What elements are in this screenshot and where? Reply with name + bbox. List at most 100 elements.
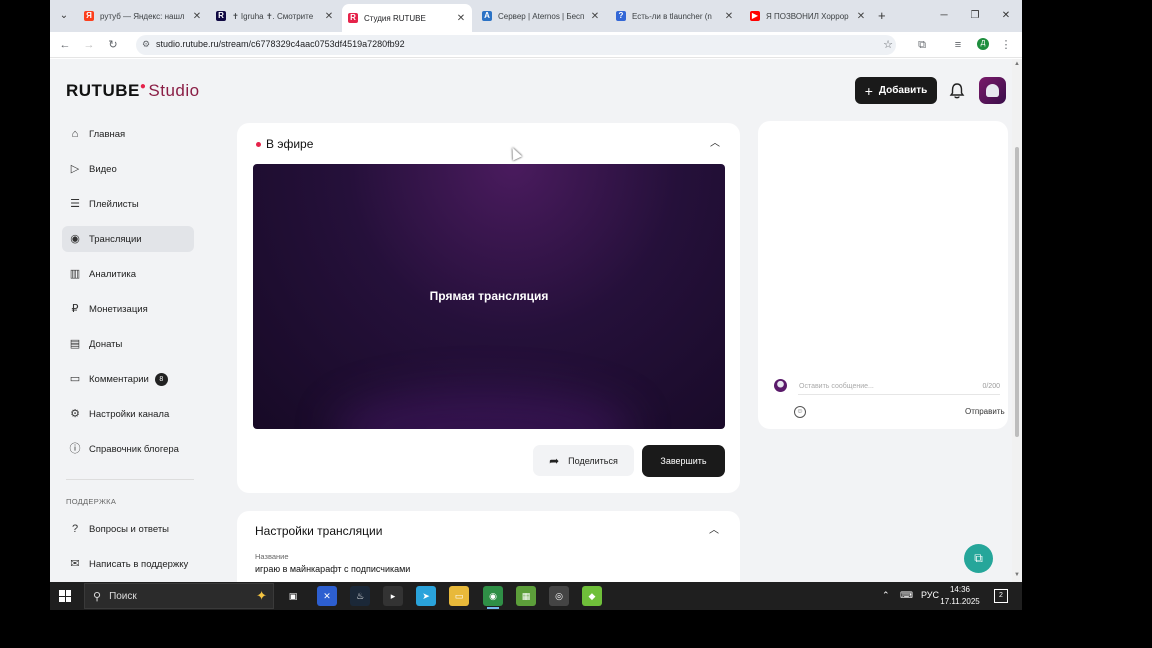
tab-title: Я ПОЗВОНИЛ Хоррор [766, 11, 849, 21]
taskbar-search[interactable]: ⚲ Поиск ✦ [84, 583, 274, 609]
windows-taskbar: ⚲ Поиск ✦ ▣ ✕ ♨ ▸ ➤ ▭ ◉ ▦ ◎ ◆ ⌃ ⌨ РУС 14… [50, 582, 1022, 610]
rutube-icon: R [216, 11, 226, 21]
window-close-icon[interactable]: ✕ [996, 8, 1016, 24]
user-avatar[interactable] [979, 77, 1006, 104]
chat-panel: Оставить сообщение... 0/200 ☺ Отправить [758, 121, 1008, 429]
extensions-icon[interactable]: ⧉ [914, 37, 930, 53]
sidebar-item-blogger-guide[interactable]: ⓘ Справочник блогера [62, 436, 194, 462]
donations-icon: ▤ [69, 338, 81, 350]
browser-tab[interactable]: ? Есть-ли в tlauncher (n ✕ [610, 5, 740, 27]
search-icon: ⚲ [93, 590, 102, 603]
browser-tab-active[interactable]: R Студия RUTUBE ✕ [342, 4, 472, 32]
browser-tab[interactable]: R ✝ Igruha ✝. Смотрите ✕ [210, 5, 340, 27]
forward-icon[interactable]: → [81, 37, 97, 53]
terminal-icon[interactable]: ▸ [383, 586, 403, 606]
bell-icon[interactable] [948, 82, 966, 100]
sidebar-item-label: Главная [89, 128, 126, 140]
close-icon[interactable]: ✕ [590, 11, 600, 22]
sidebar-item-comments[interactable]: ▭ Комментарии 8 [62, 366, 194, 392]
end-stream-button[interactable]: Завершить [642, 445, 725, 477]
scrollbar-thumb[interactable] [1015, 147, 1019, 437]
sidebar-item-contact-support[interactable]: ✉ Написать в поддержку [62, 551, 194, 577]
close-icon[interactable]: ✕ [192, 11, 202, 22]
browser-tab[interactable]: Я рутуб — Яндекс: нашл ✕ [78, 5, 208, 27]
rutube-studio-logo[interactable]: RUTUBE● Studio [66, 81, 200, 101]
sidebar-item-analytics[interactable]: ▥ Аналитика [62, 261, 194, 287]
help-icon: ? [71, 523, 79, 535]
chat-char-counter: 0/200 [982, 383, 1000, 390]
scroll-down-icon[interactable]: ▼ [1012, 572, 1022, 578]
telegram-icon[interactable]: ➤ [416, 586, 436, 606]
sidebar-item-playlists[interactable]: ☰ Плейлисты [62, 191, 194, 217]
reload-icon[interactable]: ↻ [105, 37, 121, 53]
obs-icon[interactable]: ◎ [549, 586, 569, 606]
plus-icon: + [864, 82, 873, 99]
new-tab-button[interactable]: + [878, 8, 886, 24]
keyboard-icon[interactable]: ⌨ [900, 590, 913, 601]
share-icon: ➦ [549, 453, 560, 468]
browser-tab[interactable]: ▶ Я ПОЗВОНИЛ Хоррор ✕ [744, 5, 872, 27]
monetization-icon: ₽ [71, 303, 79, 315]
sidebar-item-video[interactable]: ▷ Видео [62, 156, 194, 182]
rutube-studio-icon: R [348, 13, 358, 23]
task-view-icon[interactable]: ▣ [283, 586, 303, 606]
browser-menu-icon[interactable]: ⋮ [998, 37, 1014, 53]
site-info-icon[interactable]: ⚙ [142, 39, 150, 50]
tab-search-chevron-icon[interactable]: ⌄ [56, 8, 72, 24]
chat-message-input[interactable]: Оставить сообщение... 0/200 [798, 381, 1000, 395]
playlist-icon: ☰ [70, 198, 80, 210]
add-button-label: Добавить [878, 85, 928, 96]
profile-avatar[interactable]: Д [977, 38, 989, 50]
scroll-up-icon[interactable]: ▲ [1012, 61, 1022, 67]
share-button[interactable]: ➦ Поделиться [533, 445, 634, 476]
comments-icon: ▭ [69, 373, 81, 385]
sidebar-item-donations[interactable]: ▤ Донаты [62, 331, 194, 357]
close-icon[interactable]: ✕ [856, 11, 866, 22]
windows-start-icon[interactable] [59, 590, 71, 602]
send-button[interactable]: Отправить [965, 407, 1005, 416]
minimize-icon[interactable]: ─ [934, 8, 954, 24]
file-explorer-icon[interactable]: ▭ [449, 586, 469, 606]
minecraft-icon[interactable]: ▦ [516, 586, 536, 606]
sidebar-item-broadcasts[interactable]: ◉ Трансляции [62, 226, 194, 252]
taskbar-clock[interactable]: 14:36 17.11.2025 [930, 584, 990, 608]
tab-title: рутуб — Яндекс: нашл [100, 11, 185, 21]
support-heading: ПОДДЕРЖКА [66, 497, 117, 506]
sidebar-item-channel-settings[interactable]: ⚙ Настройки канала [62, 401, 194, 427]
stream-name-value[interactable]: играю в майнкарафт с подписчиками [255, 564, 410, 574]
stream-player[interactable]: Прямая трансляция [253, 164, 725, 429]
chevron-up-icon[interactable]: ︿ [708, 525, 720, 537]
live-status-title: В эфире [256, 137, 313, 151]
close-icon[interactable]: ✕ [324, 11, 334, 22]
chrome-icon[interactable]: ◉ [483, 586, 503, 609]
settings-title: Настройки трансляции [255, 524, 383, 538]
tab-title: Студия RUTUBE [364, 13, 426, 23]
sidebar-item-label: Трансляции [89, 233, 142, 245]
sidebar-item-home[interactable]: ⌂ Главная [62, 121, 194, 147]
analytics-icon: ▥ [69, 268, 81, 280]
chevron-up-icon[interactable]: ︿ [709, 138, 721, 150]
emoji-icon[interactable]: ☺ [794, 406, 806, 418]
browser-tab[interactable]: A Сервер | Aternos | Бесп ✕ [476, 5, 606, 27]
bookmark-star-icon[interactable]: ☆ [880, 37, 896, 53]
notifications-icon[interactable]: 2 [994, 589, 1008, 603]
restore-icon[interactable]: ❐ [965, 8, 985, 24]
close-icon[interactable]: ✕ [724, 11, 734, 22]
comments-count-badge: 8 [154, 372, 168, 386]
page-scrollbar[interactable]: ▲ ▼ [1012, 59, 1022, 582]
support-chat-button[interactable]: ⧉ [964, 544, 993, 573]
add-button[interactable]: + Добавить [855, 77, 937, 104]
screen: ⌄ Я рутуб — Яндекс: нашл ✕ R ✝ Igruha ✝.… [50, 0, 1022, 610]
steam-icon[interactable]: ♨ [350, 586, 370, 606]
close-icon[interactable]: ✕ [456, 13, 466, 24]
sidebar-item-monetization[interactable]: ₽ Монетизация [62, 296, 194, 322]
address-bar[interactable]: ⚙ studio.rutube.ru/stream/c6778329c4aac0… [136, 35, 896, 55]
chat-placeholder: Оставить сообщение... [799, 383, 874, 390]
back-icon[interactable]: ← [57, 37, 73, 53]
media-controls-icon[interactable]: ≡ [950, 37, 966, 53]
tray-chevron-icon[interactable]: ⌃ [882, 590, 890, 601]
minecraft-launcher-icon[interactable]: ◆ [582, 586, 602, 606]
sidebar-item-label: Справочник блогера [89, 443, 179, 455]
sidebar-item-faq[interactable]: ? Вопросы и ответы [62, 516, 194, 542]
xbox-app-icon[interactable]: ✕ [317, 586, 337, 606]
